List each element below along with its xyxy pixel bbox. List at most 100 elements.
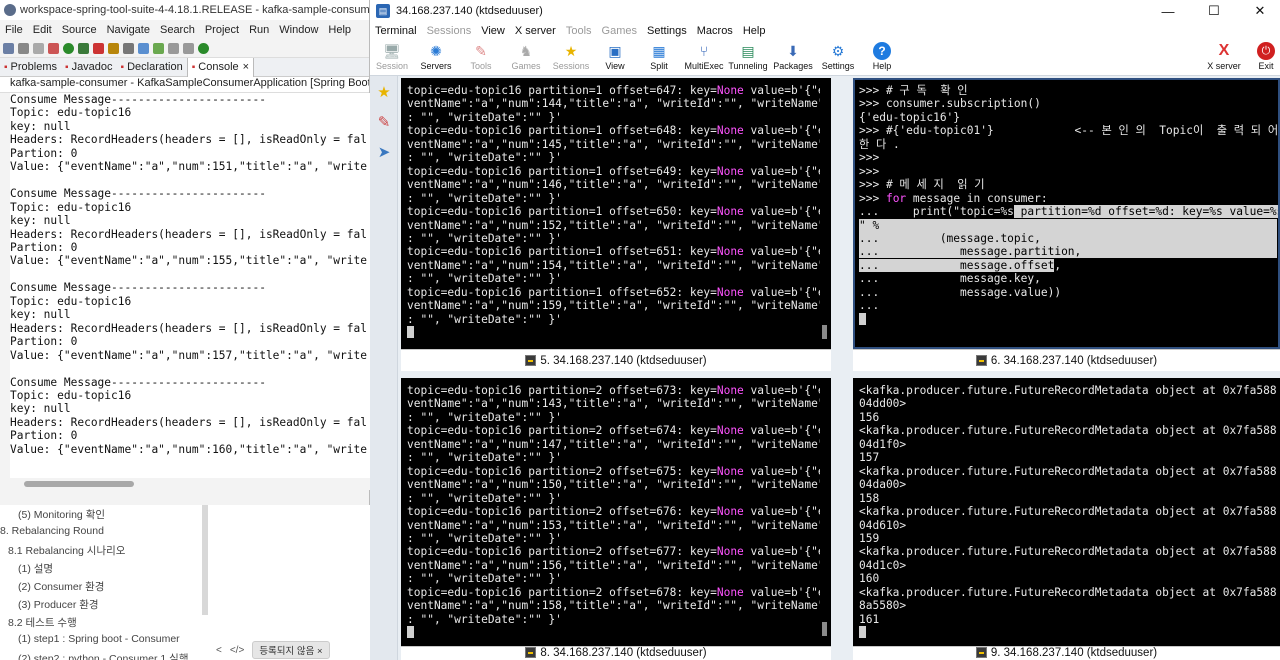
x-server-icon: X [1218, 42, 1230, 59]
outline-item[interactable]: (2) Consumer 환경 [18, 579, 104, 594]
console-horizontal-scrollbar[interactable] [10, 478, 370, 490]
forward-icon[interactable] [183, 43, 194, 54]
tools-icon[interactable]: ✎ [374, 112, 394, 132]
tab-javadoc[interactable]: ▪ Javadoc [61, 58, 117, 77]
pane-8-label[interactable]: 8. 34.168.237.140 (ktdseduuser) [401, 646, 831, 660]
build-icon[interactable] [108, 43, 119, 54]
terminal-cursor [407, 326, 414, 339]
terminal-pane-8[interactable]: topic=edu-topic16 partition=2 offset=673… [401, 378, 831, 646]
save-icon[interactable] [18, 43, 29, 54]
outline-item[interactable]: 8.1 Rebalancing 시나리오 [8, 543, 125, 558]
toolbar-multiexec[interactable]: ⑂ MultiExec [679, 42, 729, 71]
debug-icon[interactable] [48, 43, 59, 54]
selected-text: ... message.partition, [859, 245, 1277, 259]
run-icon[interactable] [63, 43, 74, 54]
search-icon[interactable] [138, 43, 149, 54]
toolbar-exit[interactable]: ⏻ Exit [1241, 42, 1280, 71]
output-text: ventName":"a","num":150,"title":"a", "wr… [407, 478, 825, 492]
send-icon[interactable]: ➤ [374, 142, 394, 162]
outline-item[interactable]: 8.2 테스트 수행 [8, 615, 77, 630]
menu-search[interactable]: Search [155, 24, 200, 36]
pane-5-label[interactable]: 5. 34.168.237.140 (ktdseduuser) [401, 349, 831, 371]
tag-button[interactable]: 등록되지 않음 × [252, 641, 330, 659]
menu-macros[interactable]: Macros [692, 25, 738, 37]
output-text: ventName":"a","num":145,"title":"a", "wr… [407, 137, 825, 151]
output-text: : "", "writeDate":"" }' [407, 612, 562, 626]
menu-view[interactable]: View [476, 25, 510, 37]
pane-9-label[interactable]: 9. 34.168.237.140 (ktdseduuser) [853, 646, 1280, 660]
toolbar-split[interactable]: ▦ Split [634, 42, 684, 72]
output-text: topic=edu-topic16 partition=1 offset=650… [407, 205, 717, 219]
menu-window[interactable]: Window [274, 24, 323, 36]
toolbar-label: Packages [773, 61, 813, 71]
spring-icon[interactable] [153, 43, 164, 54]
output-text: 04d610> [859, 518, 907, 532]
close-icon[interactable]: × [243, 61, 249, 73]
repl-text: >>> # 메 세 지 읽 기 [859, 178, 985, 192]
stop-icon[interactable] [93, 43, 104, 54]
menu-run[interactable]: Run [244, 24, 274, 36]
tab-console[interactable]: ▪ Console × [186, 57, 255, 77]
menu-help[interactable]: Help [738, 25, 771, 37]
toolbar-view[interactable]: ▣ View [590, 42, 640, 72]
terminal-scrollbar[interactable] [820, 378, 830, 646]
console-scroll-thumb[interactable] [24, 481, 134, 487]
toolbar-packages[interactable]: ⬇ Packages [768, 42, 818, 72]
tab-problems[interactable]: ▪ Problems [0, 58, 61, 77]
terminal-pane-9[interactable]: <kafka.producer.future.FutureRecordMetad… [853, 378, 1280, 646]
servers-icon: ✺ [430, 42, 442, 59]
output-text: ventName":"a","num":154,"title":"a", "wr… [407, 258, 825, 272]
tab-declaration[interactable]: ▪ Declaration [117, 58, 187, 77]
maximize-button[interactable]: ☐ [1194, 0, 1234, 22]
outline-item[interactable]: 8. Rebalancing Round [0, 525, 104, 537]
save-all-icon[interactable] [33, 43, 44, 54]
code-view-icon[interactable]: </> [230, 645, 244, 656]
close-button[interactable]: ✕ [1240, 0, 1280, 22]
menu-help[interactable]: Help [323, 24, 356, 36]
outline-item[interactable]: (5) Monitoring 확인 [18, 507, 105, 522]
mobaxterm-menu-bar: Terminal Sessions View X server Tools Games Se… [370, 22, 1280, 40]
menu-source[interactable]: Source [57, 24, 102, 36]
star-icon[interactable]: ★ [374, 82, 394, 102]
help-icon: ? [873, 42, 891, 60]
terminal-scroll-thumb[interactable] [822, 325, 827, 339]
boot-dashboard-icon[interactable] [198, 43, 209, 54]
console-output[interactable]: Consume Message----------------------- T… [10, 93, 370, 478]
open-type-icon[interactable] [123, 43, 134, 54]
menu-x-server[interactable]: X server [510, 25, 561, 37]
javadoc-icon: ▪ [65, 61, 69, 73]
new-icon[interactable] [3, 43, 14, 54]
tools-icon: ✎ [475, 42, 487, 59]
tunneling-icon: ▤ [741, 42, 755, 59]
terminal-scrollbar[interactable] [820, 78, 830, 349]
pane-6-label[interactable]: 6. 34.168.237.140 (ktdseduuser) [853, 349, 1280, 371]
back-icon[interactable] [168, 43, 179, 54]
none-keyword: None [716, 124, 744, 138]
toolbar-servers[interactable]: ✺ Servers [411, 42, 461, 72]
toolbar-sessions: ★ Sessions [546, 42, 596, 72]
nav-prev-icon[interactable]: < [216, 645, 222, 656]
toolbar-tunneling[interactable]: ▤ Tunneling [723, 42, 773, 72]
menu-file[interactable]: File [0, 24, 28, 36]
output-text: : "", "writeDate":"" }' [407, 191, 562, 205]
outline-item[interactable]: (3) Producer 환경 [18, 597, 99, 612]
outline-item[interactable]: (1) step1 : Spring boot - Consumer [18, 633, 180, 645]
terminal-pane-5[interactable]: topic=edu-topic16 partition=1 offset=647… [401, 78, 831, 349]
menu-edit[interactable]: Edit [28, 24, 57, 36]
outline-scrollbar[interactable] [202, 505, 208, 615]
output-text: 8a5580> [859, 599, 907, 613]
terminal-output: <kafka.producer.future.FutureRecordMetad… [853, 378, 1280, 640]
toolbar-help[interactable]: ? Help [857, 42, 907, 71]
outline-item[interactable]: (2) step2 : python - Consumer 1 실행 [18, 651, 188, 660]
minimize-button[interactable]: — [1148, 0, 1188, 22]
external-tools-icon[interactable] [78, 43, 89, 54]
terminal-scroll-thumb[interactable] [822, 622, 827, 636]
menu-navigate[interactable]: Navigate [102, 24, 155, 36]
toolbar-settings[interactable]: ⚙ Settings [813, 42, 863, 72]
terminal-pane-6[interactable]: >>> # 구 독 확 인 >>> consumer.subscription(… [853, 78, 1280, 349]
menu-terminal[interactable]: Terminal [370, 25, 422, 37]
outline-item[interactable]: (1) 설명 [18, 561, 53, 576]
background-document: (5) Monitoring 확인 8. Rebalancing Round 8.1… [0, 505, 370, 660]
menu-settings[interactable]: Settings [642, 25, 692, 37]
menu-project[interactable]: Project [200, 24, 244, 36]
